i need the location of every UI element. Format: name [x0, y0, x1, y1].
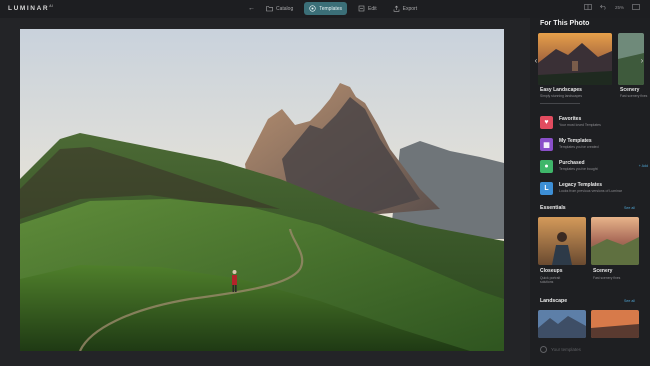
category-purchased[interactable]: ● Purchased Templates you've bought + Ad…	[538, 158, 648, 180]
legacy-icon: L	[540, 182, 553, 195]
app-logo: LUMINARAI	[8, 4, 53, 13]
landscape-thumbnail-1	[538, 310, 586, 338]
template-carousel: ‹ Easy Landscapes Simply stunning landsc…	[530, 33, 650, 103]
category-subtitle: Templates you've bought	[559, 167, 598, 171]
category-title: My Templates	[559, 138, 592, 144]
essentials-see-all-link[interactable]: See all	[624, 206, 635, 210]
tab-edit[interactable]: Edit	[353, 2, 382, 15]
tab-edit-label: Edit	[368, 5, 377, 12]
tab-export[interactable]: Export	[388, 2, 422, 15]
main-nav: ← Catalog Templates Edit Export	[248, 2, 422, 15]
undo-icon[interactable]	[600, 4, 607, 11]
landscape-photo	[20, 29, 504, 351]
tab-catalog-label: Catalog	[276, 5, 294, 12]
edit-icon	[358, 5, 365, 12]
landscape-card-1[interactable]	[538, 310, 586, 338]
essentials-card-closeups[interactable]	[538, 217, 586, 265]
tab-export-label: Export	[402, 5, 418, 12]
category-title: Favorites	[559, 116, 582, 122]
carousel-label-scenery: Scenery	[620, 87, 640, 93]
category-legacy-templates[interactable]: L Legacy Templates Looks from previous v…	[538, 180, 648, 202]
landscape-title: Landscape	[540, 298, 568, 304]
your-templates-hint[interactable]: Your templates	[540, 346, 581, 353]
add-template-icon	[540, 346, 547, 353]
easy-landscapes-thumbnail	[538, 33, 612, 85]
compare-icon[interactable]	[584, 4, 592, 11]
export-icon	[393, 5, 400, 12]
templates-panel: For This Photo ‹ Easy Landscapes Simply …	[530, 18, 650, 366]
carousel-next-icon[interactable]: ›	[638, 55, 646, 67]
category-subtitle: Your most loved Templates	[559, 123, 601, 127]
essentials-label-scenery: Scenery	[593, 268, 613, 274]
tab-catalog[interactable]: Catalog	[261, 2, 298, 15]
essentials-title: Essentials	[540, 205, 566, 211]
category-title: Purchased	[559, 160, 585, 166]
add-purchase-button[interactable]: + Add	[639, 164, 648, 168]
more-icon[interactable]	[632, 4, 640, 11]
home-icon[interactable]: ←	[248, 5, 255, 12]
essentials-label-closeups: Closeups	[540, 268, 563, 274]
landscape-thumbnail-2	[591, 310, 639, 338]
landscape-card-2[interactable]	[591, 310, 639, 338]
heart-icon: ♥	[540, 116, 553, 129]
photo-canvas[interactable]	[20, 29, 504, 351]
carousel-sub-easy-landscapes: Simply stunning landscapes	[540, 94, 583, 98]
category-subtitle: Templates you've created	[559, 145, 599, 149]
templates-icon	[309, 5, 316, 12]
folder-icon	[266, 5, 273, 12]
purchased-icon: ●	[540, 160, 553, 173]
category-my-templates[interactable]: ▦ My Templates Templates you've created	[538, 136, 648, 158]
tab-templates-label: Templates	[319, 5, 343, 12]
essentials-sub-scenery: Fast scenery fixes	[593, 276, 621, 280]
category-title: Legacy Templates	[559, 182, 602, 188]
essentials-sub-closeups: Quick portrait solutions	[540, 276, 561, 285]
carousel-label-easy-landscapes: Easy Landscapes	[540, 87, 582, 93]
category-favorites[interactable]: ♥ Favorites Your most loved Templates	[538, 114, 648, 136]
carousel-card-easy-landscapes[interactable]	[538, 33, 612, 85]
essentials-card-scenery[interactable]	[591, 217, 639, 265]
carousel-indicator	[540, 103, 580, 104]
category-subtitle: Looks from previous versions of Luminar	[559, 189, 623, 193]
closeups-thumbnail	[538, 217, 586, 265]
your-templates-label: Your templates	[551, 347, 581, 352]
scenery-essentials-thumbnail	[591, 217, 639, 265]
view-controls: 25%	[584, 4, 640, 11]
user-templates-icon: ▦	[540, 138, 553, 151]
top-toolbar: LUMINARAI ← Catalog Templates Edit Expor…	[0, 0, 650, 18]
template-categories: ♥ Favorites Your most loved Templates ▦ …	[538, 114, 648, 202]
tab-templates[interactable]: Templates	[304, 2, 348, 15]
zoom-level[interactable]: 25%	[615, 5, 624, 10]
panel-title: For This Photo	[540, 20, 590, 27]
carousel-sub-scenery: Fast scenery fixes	[620, 94, 648, 98]
landscape-see-all-link[interactable]: See all	[624, 299, 635, 303]
